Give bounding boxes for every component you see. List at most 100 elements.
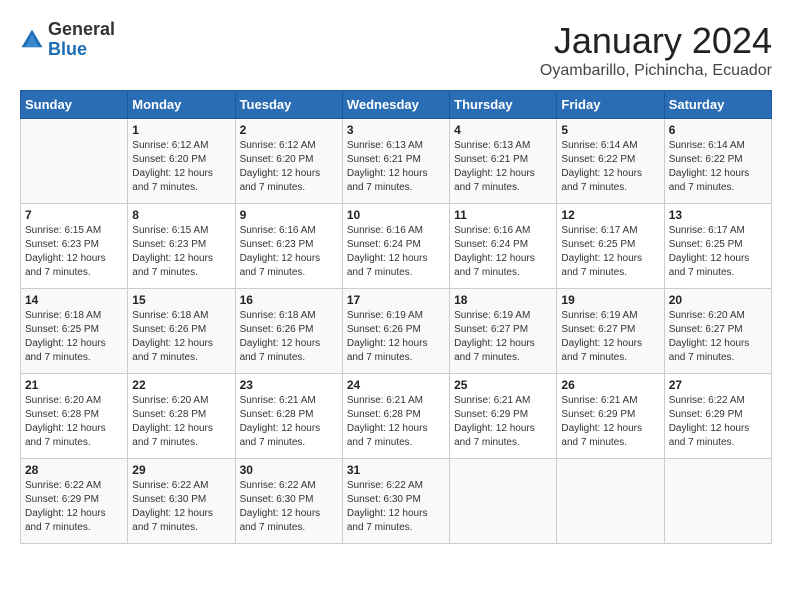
day-info: Sunrise: 6:12 AM Sunset: 6:20 PM Dayligh…	[132, 139, 230, 195]
calendar-cell: 29 Sunrise: 6:22 AM Sunset: 6:30 PM Dayli…	[128, 459, 235, 544]
logo-icon	[20, 28, 44, 52]
day-number: 6	[669, 123, 767, 137]
calendar-cell: 26Sunrise: 6:21 AM Sunset: 6:29 PM Dayli…	[557, 374, 664, 459]
day-number: 8	[132, 208, 230, 222]
day-info: Sunrise: 6:22 AM Sunset: 6:30 PM Dayligh…	[240, 479, 338, 535]
day-number: 16	[240, 293, 338, 307]
day-info: Sunrise: 6:12 AM Sunset: 6:20 PM Dayligh…	[240, 139, 338, 195]
calendar-cell	[450, 459, 557, 544]
logo-blue-text: Blue	[48, 39, 87, 59]
calendar-cell: 31 Sunrise: 6:22 AM Sunset: 6:30 PM Dayli…	[342, 459, 449, 544]
day-number: 5	[561, 123, 659, 137]
day-info: Sunrise: 6:13 AM Sunset: 6:21 PM Dayligh…	[347, 139, 445, 195]
day-number: 13	[669, 208, 767, 222]
location-subtitle: Oyambarillo, Pichincha, Ecuador	[540, 62, 772, 80]
day-info: Sunrise: 6:15 AM Sunset: 6:23 PM Dayligh…	[132, 224, 230, 280]
day-number: 10	[347, 208, 445, 222]
day-info: Sunrise: 6:21 AM Sunset: 6:29 PM Dayligh…	[561, 394, 659, 450]
col-thursday: Thursday	[450, 91, 557, 119]
calendar-cell: 30 Sunrise: 6:22 AM Sunset: 6:30 PM Dayli…	[235, 459, 342, 544]
day-number: 21	[25, 378, 123, 392]
calendar-cell	[557, 459, 664, 544]
day-number: 9	[240, 208, 338, 222]
calendar-cell: 4Sunrise: 6:13 AM Sunset: 6:21 PM Daylig…	[450, 119, 557, 204]
day-info: Sunrise: 6:14 AM Sunset: 6:22 PM Dayligh…	[669, 139, 767, 195]
page-header: General Blue January 2024 Oyambarillo, P…	[20, 20, 772, 80]
col-monday: Monday	[128, 91, 235, 119]
logo-text: General Blue	[48, 20, 115, 60]
day-number: 4	[454, 123, 552, 137]
calendar-cell: 18 Sunrise: 6:19 AM Sunset: 6:27 PM Dayli…	[450, 289, 557, 374]
day-info: Sunrise: 6:19 AM Sunset: 6:26 PM Dayligh…	[347, 309, 445, 365]
calendar-cell: 8 Sunrise: 6:15 AM Sunset: 6:23 PM Daylig…	[128, 204, 235, 289]
logo-general-text: General	[48, 19, 115, 39]
calendar-week-2: 7 Sunrise: 6:15 AM Sunset: 6:23 PM Daylig…	[21, 204, 772, 289]
calendar-cell: 23Sunrise: 6:21 AM Sunset: 6:28 PM Dayli…	[235, 374, 342, 459]
day-number: 3	[347, 123, 445, 137]
day-info: Sunrise: 6:19 AM Sunset: 6:27 PM Dayligh…	[454, 309, 552, 365]
calendar-table: Sunday Monday Tuesday Wednesday Thursday…	[20, 90, 772, 544]
day-number: 15	[132, 293, 230, 307]
day-number: 2	[240, 123, 338, 137]
col-tuesday: Tuesday	[235, 91, 342, 119]
calendar-cell: 20 Sunrise: 6:20 AM Sunset: 6:27 PM Dayli…	[664, 289, 771, 374]
day-number: 27	[669, 378, 767, 392]
day-number: 31	[347, 463, 445, 477]
day-info: Sunrise: 6:20 AM Sunset: 6:28 PM Dayligh…	[25, 394, 123, 450]
day-number: 7	[25, 208, 123, 222]
calendar-cell: 12Sunrise: 6:17 AM Sunset: 6:25 PM Dayli…	[557, 204, 664, 289]
calendar-cell: 14Sunrise: 6:18 AM Sunset: 6:25 PM Dayli…	[21, 289, 128, 374]
logo: General Blue	[20, 20, 115, 60]
day-info: Sunrise: 6:22 AM Sunset: 6:30 PM Dayligh…	[347, 479, 445, 535]
day-info: Sunrise: 6:21 AM Sunset: 6:29 PM Dayligh…	[454, 394, 552, 450]
day-info: Sunrise: 6:17 AM Sunset: 6:25 PM Dayligh…	[561, 224, 659, 280]
calendar-week-3: 14Sunrise: 6:18 AM Sunset: 6:25 PM Dayli…	[21, 289, 772, 374]
day-info: Sunrise: 6:22 AM Sunset: 6:29 PM Dayligh…	[669, 394, 767, 450]
title-block: January 2024 Oyambarillo, Pichincha, Ecu…	[540, 20, 772, 80]
day-number: 20	[669, 293, 767, 307]
day-number: 19	[561, 293, 659, 307]
day-number: 18	[454, 293, 552, 307]
day-info: Sunrise: 6:16 AM Sunset: 6:24 PM Dayligh…	[347, 224, 445, 280]
calendar-cell: 27 Sunrise: 6:22 AM Sunset: 6:29 PM Dayli…	[664, 374, 771, 459]
day-info: Sunrise: 6:22 AM Sunset: 6:30 PM Dayligh…	[132, 479, 230, 535]
day-number: 30	[240, 463, 338, 477]
day-number: 22	[132, 378, 230, 392]
col-sunday: Sunday	[21, 91, 128, 119]
calendar-cell: 28 Sunrise: 6:22 AM Sunset: 6:29 PM Dayli…	[21, 459, 128, 544]
calendar-cell: 25 Sunrise: 6:21 AM Sunset: 6:29 PM Dayli…	[450, 374, 557, 459]
col-wednesday: Wednesday	[342, 91, 449, 119]
calendar-cell: 10 Sunrise: 6:16 AM Sunset: 6:24 PM Dayli…	[342, 204, 449, 289]
day-info: Sunrise: 6:20 AM Sunset: 6:27 PM Dayligh…	[669, 309, 767, 365]
day-info: Sunrise: 6:21 AM Sunset: 6:28 PM Dayligh…	[347, 394, 445, 450]
day-number: 17	[347, 293, 445, 307]
calendar-cell: 19Sunrise: 6:19 AM Sunset: 6:27 PM Dayli…	[557, 289, 664, 374]
col-friday: Friday	[557, 91, 664, 119]
calendar-cell: 3 Sunrise: 6:13 AM Sunset: 6:21 PM Daylig…	[342, 119, 449, 204]
day-number: 1	[132, 123, 230, 137]
calendar-cell: 9Sunrise: 6:16 AM Sunset: 6:23 PM Daylig…	[235, 204, 342, 289]
calendar-cell	[664, 459, 771, 544]
day-number: 24	[347, 378, 445, 392]
day-info: Sunrise: 6:22 AM Sunset: 6:29 PM Dayligh…	[25, 479, 123, 535]
day-number: 11	[454, 208, 552, 222]
day-info: Sunrise: 6:18 AM Sunset: 6:26 PM Dayligh…	[132, 309, 230, 365]
calendar-cell: 17 Sunrise: 6:19 AM Sunset: 6:26 PM Dayli…	[342, 289, 449, 374]
day-info: Sunrise: 6:17 AM Sunset: 6:25 PM Dayligh…	[669, 224, 767, 280]
day-info: Sunrise: 6:20 AM Sunset: 6:28 PM Dayligh…	[132, 394, 230, 450]
day-number: 28	[25, 463, 123, 477]
day-info: Sunrise: 6:18 AM Sunset: 6:25 PM Dayligh…	[25, 309, 123, 365]
day-info: Sunrise: 6:21 AM Sunset: 6:28 PM Dayligh…	[240, 394, 338, 450]
calendar-cell: 22 Sunrise: 6:20 AM Sunset: 6:28 PM Dayli…	[128, 374, 235, 459]
day-number: 25	[454, 378, 552, 392]
calendar-cell: 16Sunrise: 6:18 AM Sunset: 6:26 PM Dayli…	[235, 289, 342, 374]
calendar-cell: 24 Sunrise: 6:21 AM Sunset: 6:28 PM Dayli…	[342, 374, 449, 459]
calendar-cell: 6 Sunrise: 6:14 AM Sunset: 6:22 PM Daylig…	[664, 119, 771, 204]
calendar-cell: 1 Sunrise: 6:12 AM Sunset: 6:20 PM Daylig…	[128, 119, 235, 204]
calendar-cell: 5Sunrise: 6:14 AM Sunset: 6:22 PM Daylig…	[557, 119, 664, 204]
calendar-header-row: Sunday Monday Tuesday Wednesday Thursday…	[21, 91, 772, 119]
calendar-week-1: 1 Sunrise: 6:12 AM Sunset: 6:20 PM Daylig…	[21, 119, 772, 204]
day-number: 29	[132, 463, 230, 477]
calendar-cell: 7 Sunrise: 6:15 AM Sunset: 6:23 PM Daylig…	[21, 204, 128, 289]
day-info: Sunrise: 6:15 AM Sunset: 6:23 PM Dayligh…	[25, 224, 123, 280]
